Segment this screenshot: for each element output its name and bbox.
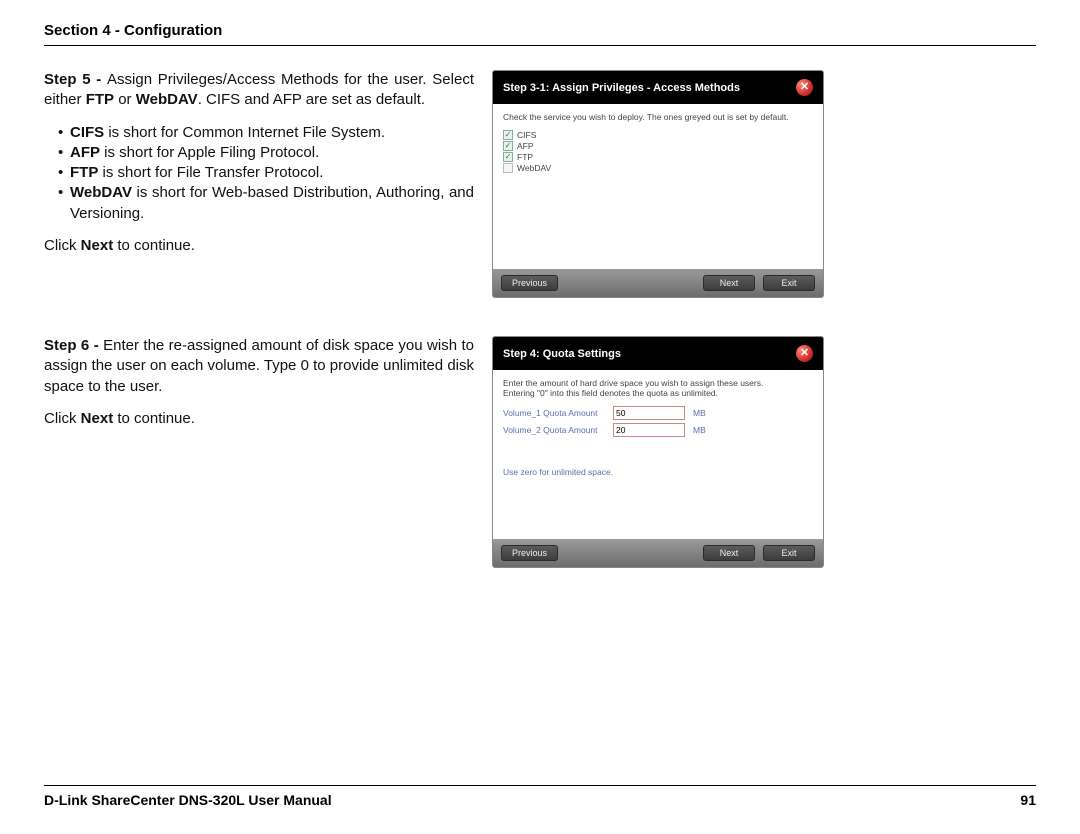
bullet-cifs-b: CIFS <box>70 124 104 141</box>
bullet-webdav: WebDAV is short for Web-based Distributi… <box>58 183 474 224</box>
checkbox-ftp[interactable]: ✓ <box>503 152 513 162</box>
previous-button[interactable]: Previous <box>501 275 558 291</box>
step5-bullets: CIFS is short for Common Internet File S… <box>44 123 474 224</box>
dialog1-titlebar: Step 3-1: Assign Privileges - Access Met… <box>493 71 823 104</box>
dialog-quota: Step 4: Quota Settings ✕ Enter the amoun… <box>492 336 824 568</box>
step6-row: Step 6 - Enter the re-assigned amount of… <box>44 336 1036 568</box>
step6-text: Step 6 - Enter the re-assigned amount of… <box>44 336 474 568</box>
page-number: 91 <box>1020 792 1036 808</box>
step5-click-next: Click Next to continue. <box>44 236 474 256</box>
step5-lead: Step 5 - Assign Privileges/Access Method… <box>44 70 474 111</box>
cb-row-ftp: ✓ FTP <box>503 152 813 162</box>
cb-label-afp: AFP <box>517 141 534 151</box>
checkbox-cifs[interactable]: ✓ <box>503 130 513 140</box>
cb-row-webdav: ✓ WebDAV <box>503 163 813 173</box>
v2-quota-input[interactable] <box>613 423 685 437</box>
bullet-webdav-b: WebDAV <box>70 184 132 201</box>
click-post-6: to continue. <box>113 410 195 427</box>
step5-label: Step 5 - <box>44 71 107 88</box>
cb-label-webdav: WebDAV <box>517 163 551 173</box>
dialog2-titlebar: Step 4: Quota Settings ✕ <box>493 337 823 370</box>
click-next-bold-6: Next <box>81 410 114 427</box>
bullet-ftp: FTP is short for File Transfer Protocol. <box>58 163 474 183</box>
step6-label-bold: Step 6 - <box>44 337 103 354</box>
v2-label: Volume_2 Quota Amount <box>503 425 605 435</box>
dialog2-title-text: Step 4: Quota Settings <box>503 348 621 360</box>
step5-webdav: WebDAV <box>136 91 198 108</box>
bullet-afp: AFP is short for Apple Filing Protocol. <box>58 143 474 163</box>
step6-click-next: Click Next to continue. <box>44 409 474 429</box>
dialog1-footer: Previous Next Exit <box>493 269 823 297</box>
step5-tail: . CIFS and AFP are set as default. <box>198 91 425 108</box>
dialog1-hint: Check the service you wish to deploy. Th… <box>503 112 813 122</box>
previous-button[interactable]: Previous <box>501 545 558 561</box>
footer-manual-title: D-Link ShareCenter DNS-320L User Manual <box>44 792 332 808</box>
v1-quota-input[interactable] <box>613 406 685 420</box>
next-button[interactable]: Next <box>703 275 755 291</box>
step5-row: Step 5 - Assign Privileges/Access Method… <box>44 70 1036 298</box>
v1-label: Volume_1 Quota Amount <box>503 408 605 418</box>
dialog2-body: Enter the amount of hard drive space you… <box>493 370 823 539</box>
bullet-cifs: CIFS is short for Common Internet File S… <box>58 123 474 143</box>
cb-row-afp: ✓ AFP <box>503 141 813 151</box>
dialog-privileges: Step 3-1: Assign Privileges - Access Met… <box>492 70 824 298</box>
dialog2-footer: Previous Next Exit <box>493 539 823 567</box>
click-pre: Click <box>44 237 81 254</box>
click-post: to continue. <box>113 237 195 254</box>
step5-text: Step 5 - Assign Privileges/Access Method… <box>44 70 474 298</box>
exit-button[interactable]: Exit <box>763 275 815 291</box>
bullet-ftp-t: is short for File Transfer Protocol. <box>98 164 323 181</box>
bullet-afp-t: is short for Apple Filing Protocol. <box>100 144 319 161</box>
dialog2-hint2: Entering "0" into this field denotes the… <box>503 388 813 398</box>
bullet-ftp-b: FTP <box>70 164 98 181</box>
section-header: Section 4 - Configuration <box>44 22 1036 46</box>
click-next-bold: Next <box>81 237 114 254</box>
page-footer: D-Link ShareCenter DNS-320L User Manual … <box>44 785 1036 808</box>
cb-label-cifs: CIFS <box>517 130 536 140</box>
step6-lead-rest: Enter the re-assigned amount of disk spa… <box>44 337 474 395</box>
dialog2-hint: Enter the amount of hard drive space you… <box>503 378 813 398</box>
quota-note: Use zero for unlimited space. <box>503 467 813 477</box>
bullet-cifs-t: is short for Common Internet File System… <box>104 124 385 141</box>
checkbox-afp[interactable]: ✓ <box>503 141 513 151</box>
exit-button[interactable]: Exit <box>763 545 815 561</box>
step5-or: or <box>114 91 136 108</box>
quota-row-v1: Volume_1 Quota Amount MB <box>503 406 813 420</box>
dialog2-hint1: Enter the amount of hard drive space you… <box>503 378 813 388</box>
next-button[interactable]: Next <box>703 545 755 561</box>
checkbox-webdav[interactable]: ✓ <box>503 163 513 173</box>
dialog1-title-text: Step 3-1: Assign Privileges - Access Met… <box>503 82 740 94</box>
quota-row-v2: Volume_2 Quota Amount MB <box>503 423 813 437</box>
v1-unit: MB <box>693 408 706 418</box>
step6-lead: Step 6 - Enter the re-assigned amount of… <box>44 336 474 397</box>
close-icon[interactable]: ✕ <box>796 79 813 96</box>
step5-ftp: FTP <box>86 91 114 108</box>
cb-row-cifs: ✓ CIFS <box>503 130 813 140</box>
v2-unit: MB <box>693 425 706 435</box>
dialog1-body: Check the service you wish to deploy. Th… <box>493 104 823 269</box>
close-icon[interactable]: ✕ <box>796 345 813 362</box>
click-pre-6: Click <box>44 410 81 427</box>
cb-label-ftp: FTP <box>517 152 533 162</box>
bullet-afp-b: AFP <box>70 144 100 161</box>
